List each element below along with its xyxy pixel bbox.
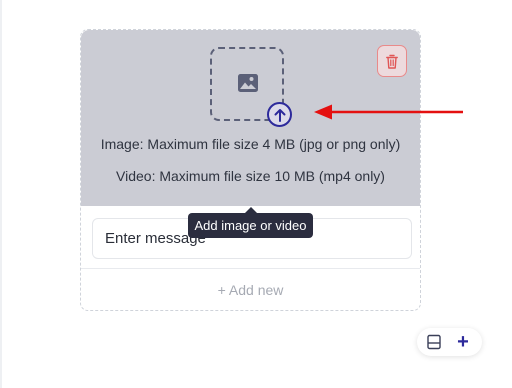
image-icon: [238, 74, 258, 92]
layout-split-icon[interactable]: [426, 334, 442, 350]
left-border: [0, 0, 2, 388]
floating-toolbar: +: [417, 328, 482, 356]
upload-media-button[interactable]: [267, 102, 292, 127]
add-new-button[interactable]: + Add new: [81, 282, 420, 298]
upload-tooltip: Add image or video: [188, 207, 313, 238]
annotation-arrow-icon: [314, 104, 463, 120]
message-card: Image: Maximum file size 4 MB (jpg or pn…: [80, 29, 421, 311]
divider: [81, 268, 420, 269]
video-size-limit-text: Video: Maximum file size 10 MB (mp4 only…: [116, 168, 385, 184]
delete-media-button[interactable]: [377, 45, 407, 77]
trash-icon: [386, 54, 398, 69]
image-size-limit-text: Image: Maximum file size 4 MB (jpg or pn…: [100, 136, 401, 152]
arrow-up-circle-icon: [274, 108, 285, 122]
add-block-button[interactable]: +: [453, 331, 473, 353]
